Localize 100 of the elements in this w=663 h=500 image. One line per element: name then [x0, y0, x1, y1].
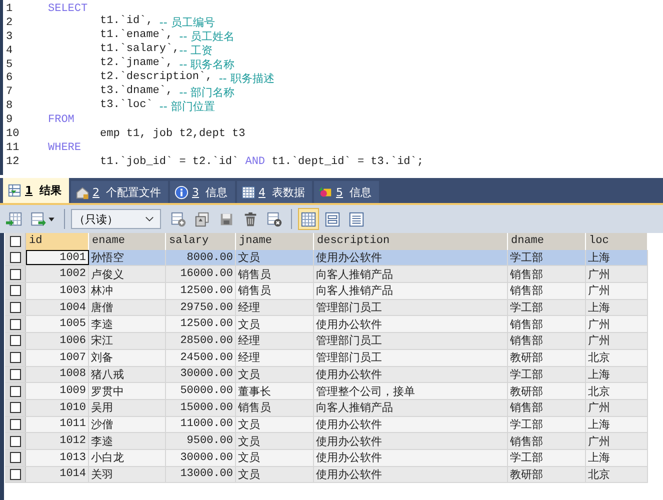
- table-cell: 卢俊义: [89, 266, 166, 282]
- table-cell: 28500.00: [166, 333, 236, 349]
- table-cell: 北京: [586, 383, 648, 399]
- sql-keyword: WHERE: [48, 142, 82, 154]
- code-comment: -- 部门名称: [179, 84, 235, 100]
- table-cell: 经理: [236, 333, 314, 349]
- line-number: 8: [5, 100, 14, 112]
- code-text: t1.`id`,: [100, 15, 154, 29]
- table-cell: 广州: [586, 266, 648, 282]
- table-cell: 宋江: [89, 333, 166, 349]
- line-number: 1: [5, 2, 14, 15]
- table-cell: 小白龙: [89, 450, 166, 466]
- chevron-down-icon[interactable]: [145, 216, 154, 222]
- table-cell: 销售部: [508, 266, 586, 282]
- line-number: 3: [5, 30, 14, 43]
- table-cell: 文员: [236, 316, 314, 332]
- grid-view-icon[interactable]: [298, 208, 319, 230]
- row-checkbox[interactable]: [10, 468, 20, 480]
- sql-keyword: SELECT: [48, 2, 88, 15]
- result-tab[interactable]: 3 信息: [170, 181, 234, 203]
- shapes-icon: [318, 184, 333, 200]
- row-checkbox[interactable]: [10, 252, 20, 264]
- code-text: t1.`dept_id` = t3.`id`;: [270, 156, 424, 168]
- table-icon: [7, 183, 22, 198]
- table-cell: 广州: [586, 316, 648, 332]
- table-cell: 1001: [26, 250, 89, 266]
- row-checkbox[interactable]: [10, 318, 20, 330]
- table-cell: 教研部: [508, 383, 586, 399]
- code-text: t3.`dname`,: [100, 84, 174, 99]
- table-cell: 林冲: [89, 283, 166, 299]
- table-cell: 12500.00: [166, 316, 236, 332]
- result-tab[interactable]: 4 表数据: [236, 181, 312, 203]
- table-cell: 1012: [26, 433, 89, 449]
- result-tab[interactable]: 5 信息: [314, 181, 378, 203]
- table-cell: 使用办公软件: [314, 450, 508, 466]
- table-cell: 使用办公软件: [314, 316, 508, 332]
- code-text: t1.`salary`,: [100, 43, 180, 57]
- table-cell: 广州: [586, 433, 648, 449]
- table-cell: 使用办公软件: [314, 416, 508, 432]
- table-cell: 管理部门员工: [314, 350, 508, 366]
- row-checkbox[interactable]: [10, 285, 20, 296]
- line-number: 7: [5, 86, 14, 98]
- code-comment: -- 员工姓名: [179, 29, 235, 44]
- table-cell: 广州: [586, 400, 648, 416]
- table-cell: 文员: [236, 450, 314, 466]
- table-cell: 9500.00: [166, 433, 236, 449]
- table-cell: 销售部: [508, 283, 586, 299]
- table-cell: 1002: [26, 266, 89, 282]
- table-cell: 1013: [26, 450, 89, 466]
- row-checkbox[interactable]: [10, 335, 20, 346]
- result-tab[interactable]: 1 结果: [3, 178, 68, 203]
- table-cell: 上海: [586, 250, 648, 266]
- row-checkbox[interactable]: [10, 302, 20, 314]
- row-checkbox[interactable]: [10, 418, 20, 430]
- row-checkbox[interactable]: [10, 368, 20, 380]
- table-cell: 董事长: [236, 383, 314, 399]
- table-cell: 销售员: [236, 283, 314, 299]
- table-cell: 向客人推销产品: [314, 400, 508, 416]
- table-cell: 使用办公软件: [314, 250, 508, 266]
- line-number: 9: [5, 114, 14, 126]
- house-icon: [74, 184, 90, 200]
- row-checkbox[interactable]: [10, 268, 20, 280]
- table-cell: 唐僧: [89, 300, 166, 316]
- result-tab[interactable]: 2 个配置文件: [70, 181, 168, 203]
- column-header[interactable]: id: [26, 233, 89, 250]
- table-cell: 学工部: [508, 366, 586, 382]
- code-text: t1.`ename`,: [100, 29, 174, 43]
- table-cell: 教研部: [508, 466, 586, 482]
- table-cell: 文员: [236, 250, 314, 266]
- table-cell: 上海: [586, 366, 648, 382]
- code-comment: -- 部门位置: [159, 98, 215, 114]
- row-checkbox[interactable]: [10, 452, 20, 464]
- table-cell: 经理: [236, 300, 314, 316]
- table-cell: 1008: [26, 366, 89, 382]
- table-cell: 北京: [586, 466, 648, 482]
- table-cell: 广州: [586, 333, 648, 349]
- table-cell: 1005: [26, 316, 89, 332]
- line-number: 11: [5, 142, 20, 154]
- code-comment: -- 员工编号: [159, 15, 215, 30]
- code-text: t1.`job_id` = t2.`id`: [100, 156, 240, 168]
- line-number: 4: [5, 44, 14, 57]
- table-cell: 上海: [586, 416, 648, 432]
- sql-keyword: FROM: [48, 114, 74, 126]
- table-cell: 经理: [236, 350, 314, 366]
- table-cell: 11000.00: [166, 416, 236, 432]
- table-cell: 销售员: [236, 400, 314, 416]
- table-cell: 销售部: [508, 433, 586, 449]
- table-cell: 管理部门员工: [314, 300, 508, 316]
- mode-select[interactable]: （只读）: [71, 209, 161, 229]
- code-text: emp t1, job t2,dept t3: [100, 128, 246, 140]
- table-cell: 上海: [586, 300, 648, 316]
- row-checkbox[interactable]: [10, 402, 20, 414]
- select-all-checkbox[interactable]: [10, 236, 20, 247]
- row-checkbox[interactable]: [10, 436, 20, 447]
- info-icon: [174, 184, 189, 200]
- row-checkbox[interactable]: [10, 352, 20, 364]
- row-checkbox[interactable]: [10, 386, 20, 397]
- table-cell: 销售员: [236, 266, 314, 282]
- table-cell: 使用办公软件: [314, 366, 508, 382]
- table-cell: 8000.00: [166, 250, 236, 266]
